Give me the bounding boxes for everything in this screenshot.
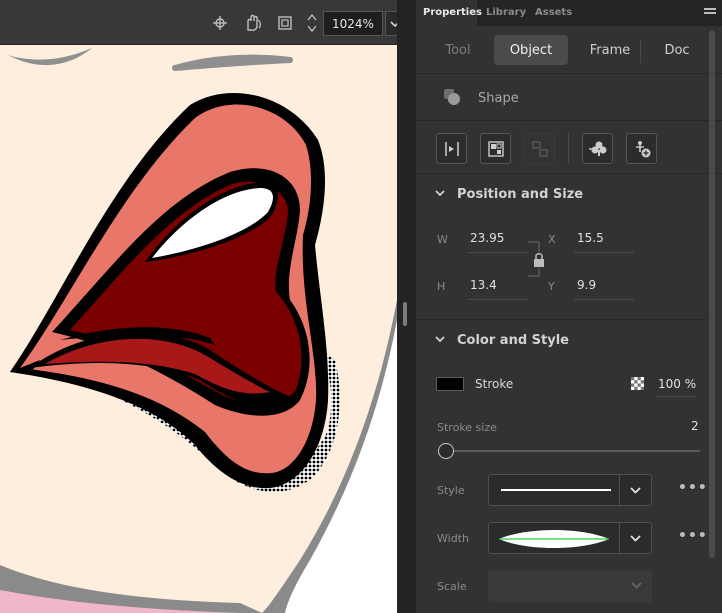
stroke-style-dropdown[interactable] xyxy=(488,474,652,506)
scale-dropdown[interactable] xyxy=(488,570,652,602)
chevron-down-icon xyxy=(630,534,641,542)
color-style-header[interactable]: Color and Style xyxy=(416,326,722,356)
alpha-checker-icon[interactable] xyxy=(631,377,644,390)
break-apart-button[interactable] xyxy=(524,133,555,164)
align-icon xyxy=(444,141,459,156)
stroke-color-swatch[interactable] xyxy=(436,377,464,391)
section-divider xyxy=(416,319,706,320)
object-type-row: Shape xyxy=(416,75,722,121)
width-profile-preview xyxy=(499,530,609,548)
solid-line-preview xyxy=(501,489,611,491)
club-icon xyxy=(588,141,606,156)
style-more-button[interactable]: ••• xyxy=(678,480,708,496)
stroke-size-value[interactable]: 2 xyxy=(691,419,699,433)
convert-to-symbol-button[interactable] xyxy=(480,133,511,164)
alpha-underline xyxy=(656,396,696,397)
height-underline xyxy=(468,299,528,300)
tab-tool[interactable]: Tool xyxy=(430,35,486,65)
swap-symbol-button[interactable] xyxy=(436,133,467,164)
object-type-label: Shape xyxy=(478,91,519,106)
stroke-size-label: Stroke size xyxy=(437,421,497,434)
chevron-down-icon xyxy=(390,20,397,27)
properties-panel: Properties Library Assets Tool Object Fr… xyxy=(416,0,722,613)
tab-library[interactable]: Library xyxy=(486,7,526,18)
break-apart-icon xyxy=(531,140,548,157)
zoom-stepper-icon[interactable] xyxy=(305,10,319,36)
width-underline xyxy=(468,252,528,253)
chevron-down-icon xyxy=(630,486,641,494)
width-field[interactable]: 23.95 xyxy=(470,231,504,245)
zoom-dropdown-button[interactable] xyxy=(385,11,397,36)
chevron-down-icon xyxy=(435,190,445,197)
style-label: Style xyxy=(437,484,465,497)
stroke-size-track[interactable] xyxy=(446,450,700,452)
tab-assets[interactable]: Assets xyxy=(535,7,572,18)
snap-icon[interactable] xyxy=(210,13,230,33)
puppet-add-icon xyxy=(635,140,650,157)
tab-frame[interactable]: Frame xyxy=(574,35,646,65)
add-to-asset-button[interactable] xyxy=(582,133,613,164)
hand-rotate-icon[interactable] xyxy=(242,13,264,33)
zoom-input[interactable]: 1024% xyxy=(323,11,383,36)
width-profile-label: Width xyxy=(437,532,469,545)
chevron-down-icon xyxy=(630,581,642,589)
tab-properties[interactable]: Properties xyxy=(423,7,482,18)
dropdown-caret xyxy=(620,570,652,600)
x-underline xyxy=(574,252,634,253)
width-label: W xyxy=(437,233,448,246)
y-underline xyxy=(574,299,634,300)
shape-icon xyxy=(444,89,460,105)
lock-aspect-icon[interactable] xyxy=(528,236,548,282)
chevron-down-icon xyxy=(435,336,445,343)
x-field[interactable]: 15.5 xyxy=(577,231,604,245)
clip-icon[interactable] xyxy=(275,13,295,33)
width-more-button[interactable]: ••• xyxy=(678,528,708,544)
width-profile-dropdown[interactable] xyxy=(488,522,652,554)
tab-divider xyxy=(640,39,641,63)
tab-object[interactable]: Object xyxy=(494,35,568,65)
dropdown-caret xyxy=(619,523,651,553)
panel-tab-bar: Properties Library Assets xyxy=(416,0,722,26)
dropdown-caret xyxy=(619,475,651,505)
mouth-artwork[interactable] xyxy=(0,0,397,613)
panel-scrollbar[interactable] xyxy=(709,30,715,558)
stage-canvas[interactable]: 1024% xyxy=(0,0,397,613)
stroke-alpha-field[interactable]: 100 % xyxy=(658,377,696,391)
splitter-handle[interactable] xyxy=(403,302,407,326)
add-filter-button[interactable] xyxy=(626,133,657,164)
panel-splitter[interactable] xyxy=(397,0,416,613)
height-field[interactable]: 13.4 xyxy=(470,278,497,292)
object-tools-row xyxy=(416,122,722,174)
position-size-header[interactable]: Position and Size xyxy=(416,180,722,210)
section-title: Color and Style xyxy=(457,333,569,348)
tab-doc[interactable]: Doc xyxy=(648,35,706,65)
stroke-size-slider-thumb[interactable] xyxy=(438,443,454,459)
stage-toolbar: 1024% xyxy=(0,0,397,45)
x-label: X xyxy=(548,233,556,246)
stroke-label: Stroke xyxy=(475,377,514,391)
y-field[interactable]: 9.9 xyxy=(577,278,596,292)
symbol-icon xyxy=(487,140,504,157)
mode-tabs: Tool Object Frame Doc xyxy=(416,26,722,74)
height-label: H xyxy=(437,280,446,293)
scale-label: Scale xyxy=(437,580,467,593)
y-label: Y xyxy=(548,280,555,293)
tool-divider xyxy=(568,133,569,163)
section-title: Position and Size xyxy=(457,187,584,202)
panel-menu-icon[interactable] xyxy=(704,8,716,18)
